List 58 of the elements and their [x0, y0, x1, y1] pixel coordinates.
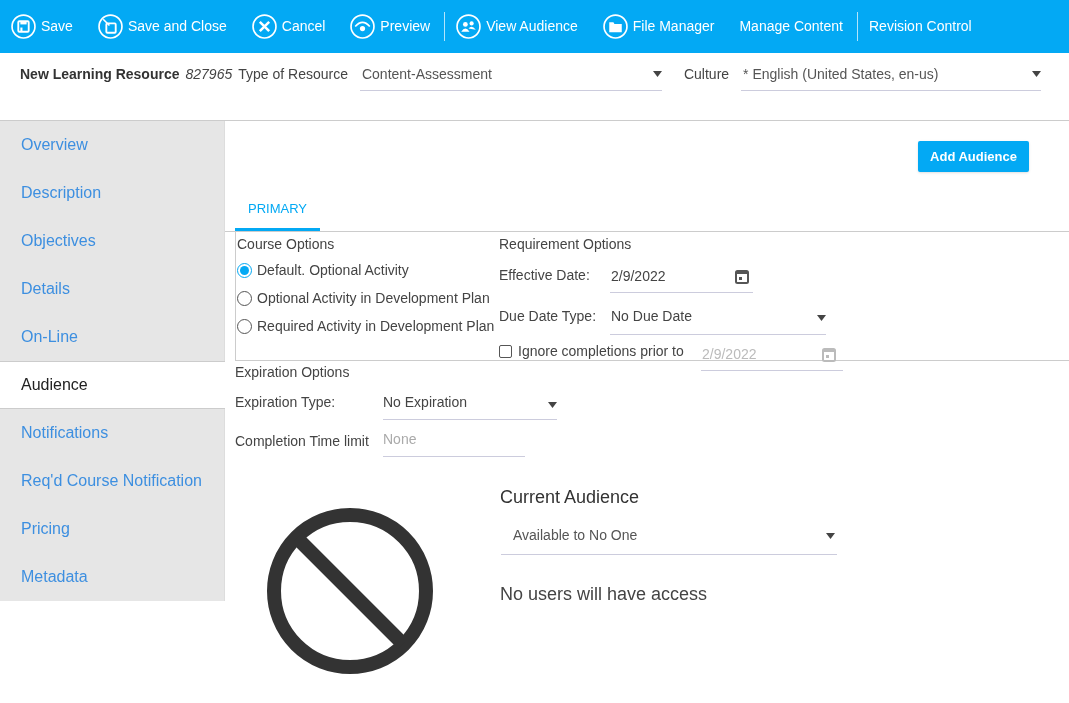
sidebar-item[interactable]: Req'd Course Notification: [0, 457, 224, 505]
type-dropdown[interactable]: Content-Assessment: [359, 61, 662, 91]
field-label: Expiration Type:: [235, 393, 337, 412]
sidebar-item[interactable]: Overview: [0, 121, 224, 169]
culture-dropdown[interactable]: * English (United States, en-us): [741, 61, 1042, 91]
field-label: Effective Date:: [499, 266, 591, 285]
section-title: Current Audience: [500, 486, 641, 509]
resource-title: New Learning Resource: [20, 65, 180, 84]
date-field[interactable]: 2/9/2022: [610, 261, 753, 293]
close-icon: [251, 14, 277, 39]
save-icon: [97, 14, 123, 39]
resource-id: 827965: [185, 65, 233, 84]
sidebar-item[interactable]: Pricing: [0, 505, 224, 553]
section-title: Requirement Options: [499, 235, 633, 254]
sidebar-item[interactable]: Notifications: [0, 409, 224, 457]
radio-label: Default. Optional Activity: [257, 261, 409, 280]
folder-icon: [602, 14, 628, 39]
checkbox-label: Ignore completions prior to: [518, 342, 684, 361]
sidebar-item[interactable]: Details: [0, 265, 224, 313]
toolbar-button[interactable]: Preview: [350, 9, 431, 44]
eye-icon: [350, 14, 376, 39]
caret-icon: [652, 71, 662, 77]
section-title: Expiration Options: [235, 363, 351, 382]
sidebar-item[interactable]: Objectives: [0, 217, 224, 265]
calendar-icon: [822, 347, 836, 362]
radio-label: Required Activity in Development Plan: [257, 317, 495, 336]
prohibited-icon: [265, 506, 435, 676]
culture-label: Culture: [683, 65, 730, 84]
field-label: Due Date Type:: [499, 307, 598, 326]
audience-dropdown[interactable]: Available to No One: [501, 517, 837, 555]
people-icon: [456, 14, 482, 39]
toolbar-button[interactable]: File Manager: [602, 9, 715, 44]
expiration-dropdown[interactable]: No Expiration: [383, 386, 557, 420]
caret-icon: [817, 315, 826, 321]
save-icon: [11, 14, 36, 39]
time-limit-field[interactable]: None: [383, 421, 525, 457]
caret-icon: [826, 532, 835, 539]
caret-icon: [1032, 71, 1042, 77]
add-audience-button[interactable]: Add Audience: [918, 141, 1029, 172]
section-title: Course Options: [237, 235, 336, 254]
calendar-icon: [735, 269, 749, 284]
toolbar-button[interactable]: Cancel: [251, 9, 326, 44]
toolbar-button[interactable]: Save and Close: [97, 9, 227, 44]
sidebar-item[interactable]: Audience: [0, 361, 225, 409]
toolbar-button[interactable]: Revision Control: [869, 9, 972, 44]
toolbar-button[interactable]: Manage Content: [739, 9, 843, 44]
due-date-dropdown[interactable]: No Due Date: [610, 298, 826, 335]
radio-label: Optional Activity in Development Plan: [257, 289, 490, 308]
sidebar-item[interactable]: On-Line: [0, 313, 224, 361]
toolbar-button[interactable]: View Audience: [456, 9, 578, 44]
caret-icon: [548, 401, 557, 408]
sidebar-item[interactable]: Description: [0, 169, 224, 217]
type-label: Type of Resource: [238, 65, 348, 84]
field-label: Completion Time limit: [235, 432, 370, 451]
audience-message: No users will have access: [500, 583, 709, 606]
tab[interactable]: PRIMARY: [235, 189, 320, 231]
toolbar-button[interactable]: Save: [11, 9, 73, 44]
sidebar-item[interactable]: Metadata: [0, 553, 224, 601]
